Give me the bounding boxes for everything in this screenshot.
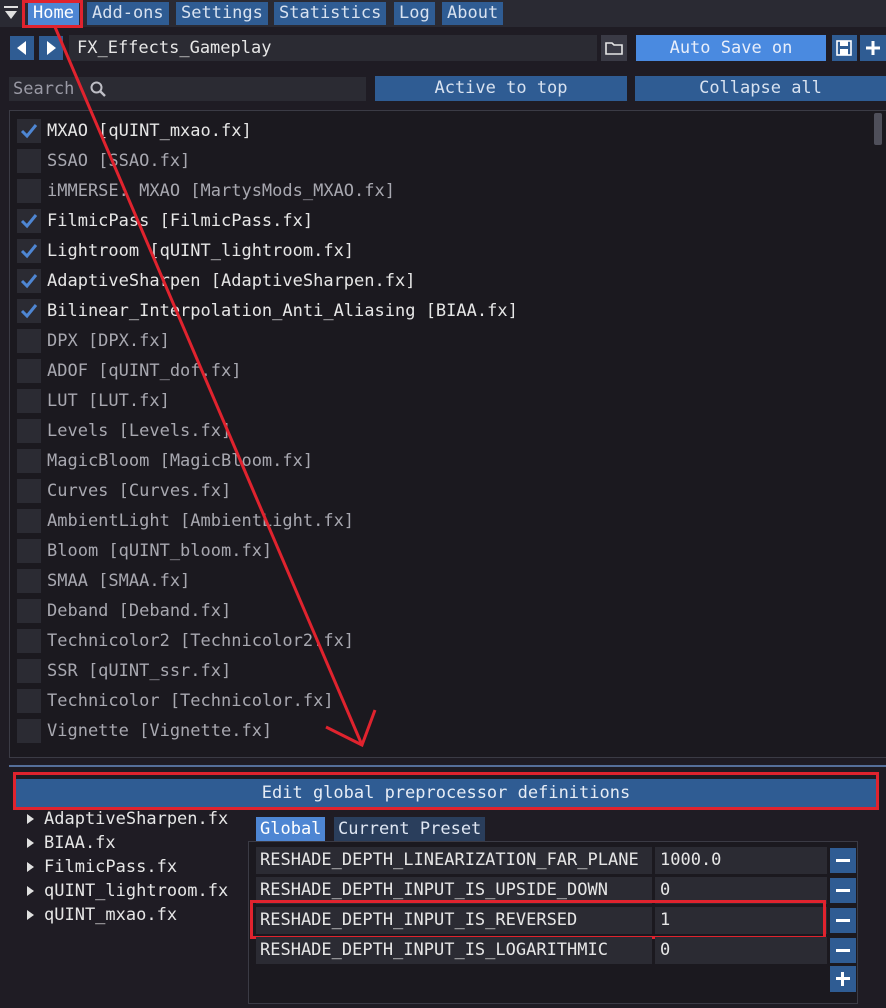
tree-expand-icon [27, 910, 34, 920]
tree-item-quint-mxao[interactable]: qUINT_mxao.fx [27, 904, 177, 926]
tree-item-label: BIAA.fx [44, 833, 116, 853]
edit-global-preprocessor-button[interactable]: Edit global preprocessor definitions [16, 779, 876, 807]
add-definition-button[interactable] [830, 966, 856, 992]
definition-name-field[interactable]: RESHADE_DEPTH_LINEARIZATION_FAR_PLANE [256, 847, 652, 874]
definition-value-field[interactable]: 1 [655, 907, 827, 934]
remove-definition-button[interactable] [830, 938, 856, 963]
tree-expand-icon [27, 862, 34, 872]
definition-name-field[interactable]: RESHADE_DEPTH_INPUT_IS_UPSIDE_DOWN [256, 877, 652, 904]
tree-item-label: AdaptiveSharpen.fx [44, 809, 229, 829]
panel-splitter[interactable] [9, 765, 886, 767]
remove-definition-button[interactable] [830, 878, 856, 903]
definition-value-field[interactable]: 0 [655, 877, 827, 904]
tree-item-quint-lightroom[interactable]: qUINT_lightroom.fx [27, 880, 228, 902]
tab-global[interactable]: Global [256, 817, 326, 841]
remove-definition-button[interactable] [830, 908, 856, 933]
tree-item-label: FilmicPass.fx [44, 857, 178, 877]
definition-name-field[interactable]: RESHADE_DEPTH_INPUT_IS_REVERSED [256, 907, 652, 934]
definition-name-field[interactable]: RESHADE_DEPTH_INPUT_IS_LOGARITHMIC [256, 937, 652, 964]
tree-item-filmicpass[interactable]: FilmicPass.fx [27, 856, 177, 878]
tree-item-label: qUINT_mxao.fx [44, 905, 178, 925]
tab-current-preset[interactable]: Current Preset [334, 817, 486, 841]
tree-expand-icon [27, 886, 34, 896]
tree-item-label: qUINT_lightroom.fx [44, 881, 229, 901]
tree-expand-icon [27, 838, 34, 848]
tree-expand-icon [27, 814, 34, 824]
definition-value-field[interactable]: 1000.0 [655, 847, 827, 874]
definition-value-field[interactable]: 0 [655, 937, 827, 964]
tree-item-biaa[interactable]: BIAA.fx [27, 832, 116, 854]
tree-item-adaptivesharpen[interactable]: AdaptiveSharpen.fx [27, 808, 228, 830]
remove-definition-button[interactable] [830, 848, 856, 873]
